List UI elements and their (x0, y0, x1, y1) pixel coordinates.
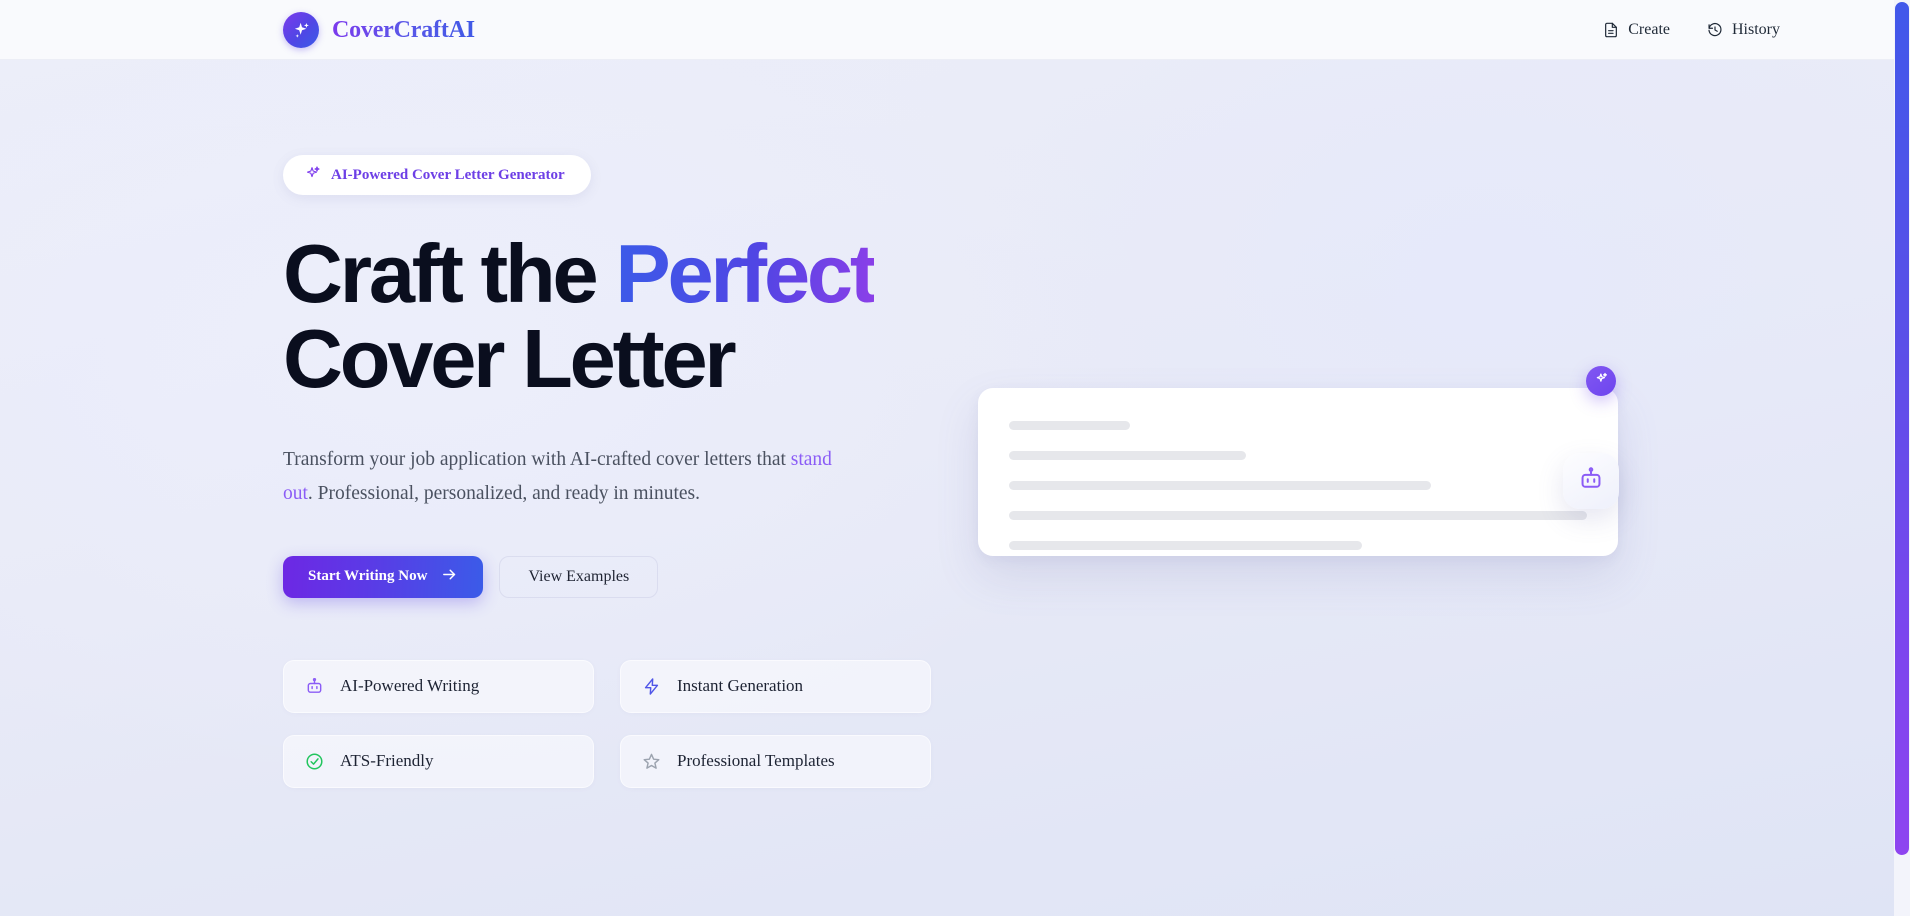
nav-item-create[interactable]: Create (1599, 15, 1674, 45)
lightning-icon (642, 677, 661, 696)
feature-card-ats-friendly[interactable]: ATS-Friendly (283, 734, 594, 788)
hero-subtitle-part2: . Professional, personalized, and ready … (307, 483, 700, 505)
feature-card-ai-powered-writing[interactable]: AI-Powered Writing (283, 659, 594, 713)
vertical-scrollbar-thumb[interactable] (1895, 2, 1909, 855)
brand-logo-link[interactable]: CoverCraftAI (283, 12, 475, 48)
check-circle-icon (305, 752, 324, 771)
start-writing-button[interactable]: Start Writing Now (283, 555, 484, 598)
feature-label: Instant Generation (677, 676, 804, 696)
clock-rewind-icon (1707, 22, 1723, 38)
hero-subtitle-part1: Transform your job application with AI-c… (283, 449, 791, 471)
view-examples-button[interactable]: View Examples (499, 555, 659, 598)
feature-label: AI-Powered Writing (340, 676, 480, 696)
hero-preview-mockup (978, 366, 1619, 568)
robot-icon (1578, 466, 1604, 497)
view-examples-label: View Examples (528, 567, 630, 585)
feature-label: Professional Templates (677, 751, 835, 771)
mockup-sparkle-badge (1586, 366, 1616, 396)
feature-grid: AI-Powered Writing Instant Generation AT… (283, 659, 931, 788)
skeleton-line (1009, 481, 1431, 490)
app-header: CoverCraftAI Create History (0, 0, 1894, 60)
feature-card-instant-generation[interactable]: Instant Generation (620, 659, 931, 713)
start-writing-label: Start Writing Now (308, 568, 428, 585)
nav-item-history[interactable]: History (1703, 15, 1784, 45)
mockup-robot-badge (1563, 453, 1619, 509)
headline-line1-accent: Perfect (615, 227, 877, 320)
headline-line1-plain: Craft the (283, 227, 616, 320)
brand-name: CoverCraftAI (332, 16, 475, 43)
feature-label: ATS-Friendly (340, 751, 434, 771)
nav-item-history-label: History (1732, 21, 1780, 38)
skeleton-line (1009, 421, 1131, 430)
header-nav: Create History (1599, 0, 1784, 60)
hero-badge-label: AI-Powered Cover Letter Generator (331, 166, 565, 183)
feature-card-professional-templates[interactable]: Professional Templates (620, 734, 931, 788)
sparkles-icon (283, 12, 319, 48)
robot-icon (305, 677, 324, 696)
file-text-icon (1603, 22, 1619, 38)
star-icon (642, 752, 661, 771)
hero-subtitle: Transform your job application with AI-c… (283, 443, 855, 510)
skeleton-line (1009, 541, 1362, 550)
page-title: Craft the Perfect Cover Letter (283, 232, 943, 405)
hero-badge: AI-Powered Cover Letter Generator (283, 155, 591, 195)
sparkles-icon (1594, 371, 1609, 391)
arrow-right-icon (441, 566, 458, 588)
headline-line2: Cover Letter (283, 311, 737, 405)
cover-letter-preview-card (978, 388, 1618, 556)
nav-item-create-label: Create (1628, 21, 1670, 38)
hero-cta-row: Start Writing Now View Examples (283, 555, 943, 598)
hero-content: AI-Powered Cover Letter Generator Craft … (283, 155, 943, 788)
skeleton-line (1009, 451, 1246, 460)
skeleton-line (1009, 511, 1587, 520)
sparkles-icon (305, 165, 321, 186)
vertical-scrollbar-track[interactable] (1894, 0, 1910, 916)
